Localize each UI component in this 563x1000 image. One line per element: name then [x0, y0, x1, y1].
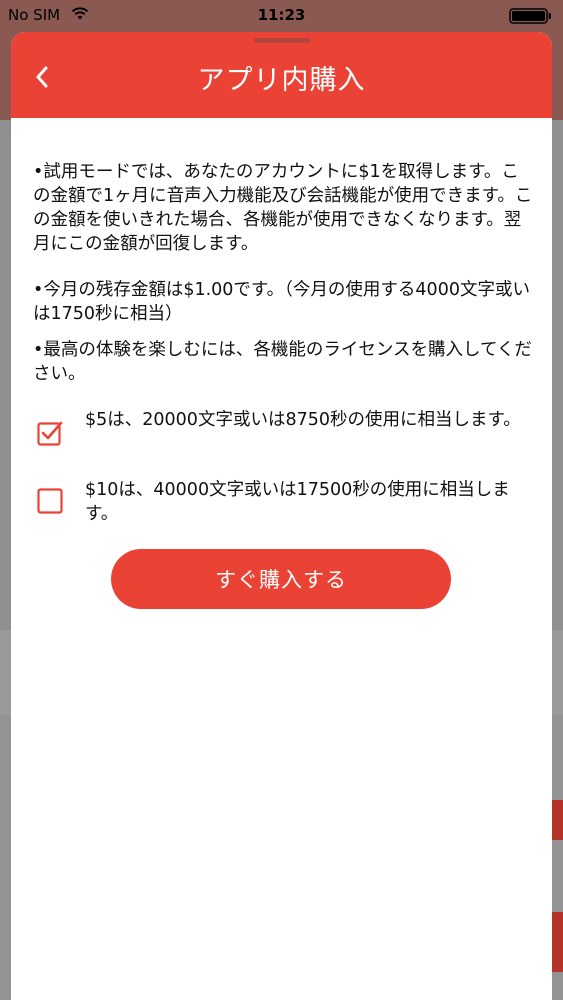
status-bar: No SIM 11:23 — [0, 0, 563, 30]
license-prompt-text: •最高の体験を楽しむには、各機能のライセンスを購入してください。 — [33, 340, 532, 384]
drag-handle[interactable] — [254, 38, 310, 43]
battery-icon — [509, 8, 551, 24]
purchase-sheet: アプリ内購入 •試用モードでは、あなたのアカウントに$1を取得します。この金額で… — [11, 32, 552, 1000]
option-label: $5は、20000文字或いは8750秒の使用に相当します。 — [85, 410, 521, 430]
option-label: $10は、40000文字或いは17500秒の使用に相当します。 — [85, 480, 510, 524]
checkbox-unchecked-icon[interactable] — [37, 488, 63, 514]
remaining-balance-text: •今月の残存金額は$1.00です。（今月の使用する4000文字或いは1750秒に… — [33, 280, 530, 324]
status-time: 11:23 — [257, 6, 306, 24]
sheet-header: アプリ内購入 — [11, 32, 552, 118]
buy-now-button[interactable]: すぐ購入する — [111, 549, 451, 609]
trial-description: •試用モードでは、あなたのアカウントに$1を取得します。この金額で1ヶ月に音声入… — [33, 162, 533, 254]
page-title: アプリ内購入 — [197, 65, 366, 96]
checkbox-checked-icon[interactable] — [37, 420, 63, 446]
